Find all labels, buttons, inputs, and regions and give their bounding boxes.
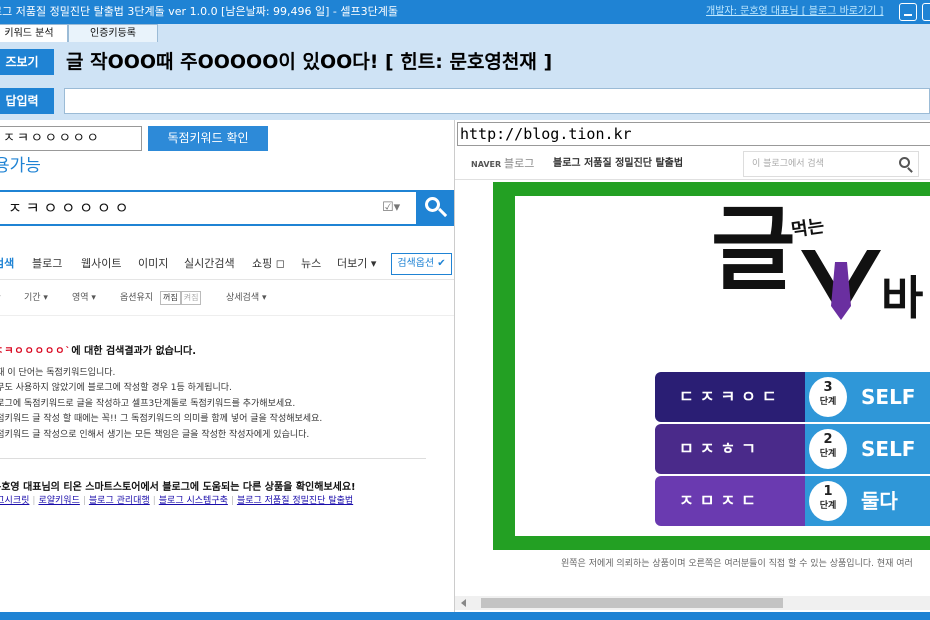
stage-badge: 3 단계 <box>809 377 847 417</box>
nav-tab-blog[interactable]: 블로그 <box>32 248 62 280</box>
banner-canvas: 글 먹는 바 ㄷㅈㅋㅇㄷ SELF 3 단계 ㅁㅈㅎㄱ SELF 2 단계 ㅈㅁ… <box>515 196 930 536</box>
stage-code: ㅈㅁㅈㄷ <box>679 491 762 510</box>
notice-list: 현재 이 단어는 독점키워드입니다. 아무도 사용하지 않았기에 블로그에 작성… <box>0 366 322 443</box>
horizontal-scrollbar[interactable] <box>455 596 930 610</box>
promo-link[interactable]: 블로그 저품질 정밀진단 탈출법 <box>237 496 353 506</box>
status-bar <box>0 612 930 620</box>
nav-tab-news[interactable]: 뉴스 <box>301 248 321 280</box>
nav-tab-realtime[interactable]: 실시간검색 <box>184 248 235 280</box>
tab-cert-register[interactable]: 인증키등록 <box>68 24 158 42</box>
answer-row: 답입력 <box>0 84 930 116</box>
promo-links: 로그시크릿|로얄키워드|블로그 관리대행|블로그 시스템구축|블로그 저품질 정… <box>0 493 353 506</box>
naver-nav-tabs: 검색 블로그 웹사이트 이미지 실시간검색 쇼핑 ◻ 뉴스 더보기 ▾ 검색옵션… <box>0 248 454 280</box>
stage-badge: 2 단계 <box>809 429 847 469</box>
minimize-icon[interactable] <box>899 3 917 21</box>
naver-search-value: ㅈㅋㅇㅇㅇㅇㅇ <box>8 199 133 217</box>
promo-link[interactable]: 로얄키워드 <box>38 496 79 506</box>
stage-row: ㅁㅈㅎㄱ SELF 2 단계 <box>655 424 930 474</box>
stage-badge: 1 단계 <box>809 481 847 521</box>
quiz-question: 글 작OOO때 주OOOOO이 있OO다! [ 힌트: 문호영천재 ] <box>66 51 553 73</box>
filter-area[interactable]: 영역 ▾ <box>72 280 96 316</box>
developer-link[interactable]: 개발자: 문호영 대표님 [ 블로그 바로가기 ] <box>706 0 883 24</box>
app-window: 로그 저품질 정밀진단 탈출법 3단계돌 ver 1.0.0 [남은날짜: 99… <box>0 0 930 620</box>
check-keyword-button[interactable]: 독점키워드 확인 <box>148 126 268 151</box>
notice-line: 독점키워드 글 작성 할 때에는 꼭!! 그 독점키워드의 의미를 함께 넣어 … <box>0 414 323 425</box>
notice-line: 블로그에 독점키워드로 글을 작성하고 셀프3단계돌로 독점키워드를 추가해보세… <box>0 398 296 409</box>
promo-link[interactable]: 블로그 관리대행 <box>89 496 150 506</box>
filter-keep-option: 옵션유지 <box>120 293 154 303</box>
scroll-left-icon[interactable] <box>461 599 466 607</box>
keyword-input[interactable]: ㅈㅋㅇㅇㅇㅇㅇ <box>0 126 142 151</box>
stage-code: ㄷㅈㅋㅇㄷ <box>679 387 783 406</box>
logo-right-text: 바 <box>881 271 924 325</box>
search-filters: ▾ 기간 ▾ 영역 ▾ 옵션유지 꺼짐켜짐 상세검색 ▾ <box>0 280 454 316</box>
availability-text: 용가능 <box>0 156 41 176</box>
logo-big-letter: 글 <box>711 196 796 303</box>
filter-sort[interactable]: ▾ <box>0 280 1 316</box>
divider <box>0 458 426 459</box>
search-options-button[interactable]: 검색옵션 ✔ <box>391 253 452 275</box>
keyword-panel: ㅈㅋㅇㅇㅇㅇㅇ 독점키워드 확인 용가능 ㅈㅋㅇㅇㅇㅇㅇ ☑▾ 검색 블로그 웹… <box>0 120 454 612</box>
no-result-message: ㅈㅋㅇㅇㅇㅇㅇ`에 대한 검색결과가 없습니다. <box>0 342 196 357</box>
nav-tab-shopping[interactable]: 쇼핑 ◻ <box>252 248 285 280</box>
magnifier-icon[interactable] <box>899 157 910 168</box>
result-keyword: ㅈㅋㅇㅇㅇㅇㅇ` <box>0 346 72 357</box>
logo-small-text: 먹는 <box>789 215 826 242</box>
window-title: 로그 저품질 정밀진단 탈출법 3단계돌 ver 1.0.0 [남은날짜: 99… <box>0 5 398 18</box>
blog-title[interactable]: 블로그 저품질 정밀진단 탈출법 <box>553 148 683 180</box>
title-bar: 로그 저품질 정밀진단 탈출법 3단계돌 ver 1.0.0 [남은날짜: 99… <box>0 0 930 24</box>
url-bar[interactable]: http://blog.tion.kr <box>457 122 930 146</box>
stage-row: ㄷㅈㅋㅇㄷ SELF 3 단계 <box>655 372 930 422</box>
result-suffix: 에 대한 검색결과가 없습니다. <box>71 346 197 357</box>
naver-search-input[interactable]: ㅈㅋㅇㅇㅇㅇㅇ ☑▾ <box>0 190 416 226</box>
banner-caption: 왼쪽은 저에게 의뢰하는 상품이며 오른쪽은 여러분들이 직접 할 수 있는 상… <box>561 559 913 569</box>
nav-tab-web[interactable]: 웹사이트 <box>81 248 121 280</box>
stage-code: ㅁㅈㅎㄱ <box>679 439 762 458</box>
notice-line: 독점키워드 글 작성으로 인해서 생기는 모든 책임은 글을 작성한 작성자에게… <box>0 429 310 440</box>
stage-row: ㅈㅁㅈㄷ 둘다 1 단계 <box>655 476 930 526</box>
browser-panel: http://blog.tion.kr NAVER 블로그 블로그 저품질 정밀… <box>454 120 930 612</box>
blog-search-input[interactable]: 이 블로그에서 검색 <box>743 151 919 177</box>
filter-detail[interactable]: 상세검색 ▾ <box>226 280 267 316</box>
filter-period[interactable]: 기간 ▾ <box>24 280 48 316</box>
answer-input[interactable] <box>64 88 930 114</box>
tab-bar: 키워드 분석 인증키등록 <box>0 24 930 42</box>
scroll-thumb[interactable] <box>481 598 783 608</box>
naver-search-button[interactable] <box>416 190 454 226</box>
notice-line: 현재 이 단어는 독점키워드입니다. <box>0 368 116 378</box>
tab-keyword-analysis[interactable]: 키워드 분석 <box>0 24 68 42</box>
nav-tab-image[interactable]: 이미지 <box>138 248 168 280</box>
toggle-on-option[interactable]: 켜짐 <box>180 291 202 305</box>
promo-title: 문호영 대표님의 티온 스마트스토어에서 블로그에 도움되는 다른 상품을 확인… <box>0 482 356 493</box>
spellcheck-icon[interactable]: ☑▾ <box>382 200 400 215</box>
notice-line: 아무도 사용하지 않았기에 블로그에 작성할 경우 1등 하게됩니다. <box>0 383 232 394</box>
nav-tab-more[interactable]: 더보기 ▾ <box>337 248 376 280</box>
promo-link[interactable]: 로그시크릿 <box>0 496 29 506</box>
toggle-off-option[interactable]: 꺼짐 <box>160 291 181 305</box>
maximize-icon[interactable] <box>922 3 930 21</box>
naver-logo[interactable]: NAVER 블로그 <box>471 148 534 181</box>
promo-link[interactable]: 블로그 시스템구축 <box>159 496 228 506</box>
blog-header: NAVER 블로그 블로그 저품질 정밀진단 탈출법 이 블로그에서 검색 <box>455 148 930 180</box>
nav-tab-all[interactable]: 검색 <box>0 248 14 280</box>
suit-tie-icon <box>801 250 881 320</box>
blog-banner-image: 글 먹는 바 ㄷㅈㅋㅇㄷ SELF 3 단계 ㅁㅈㅎㄱ SELF 2 단계 ㅈㅁ… <box>493 182 930 550</box>
quiz-view-button[interactable]: 즈보기 <box>0 49 54 75</box>
answer-submit-button[interactable]: 답입력 <box>0 88 54 114</box>
quiz-row: 즈보기 글 작OOO때 주OOOOO이 있OO다! [ 힌트: 문호영천재 ] <box>0 42 930 84</box>
